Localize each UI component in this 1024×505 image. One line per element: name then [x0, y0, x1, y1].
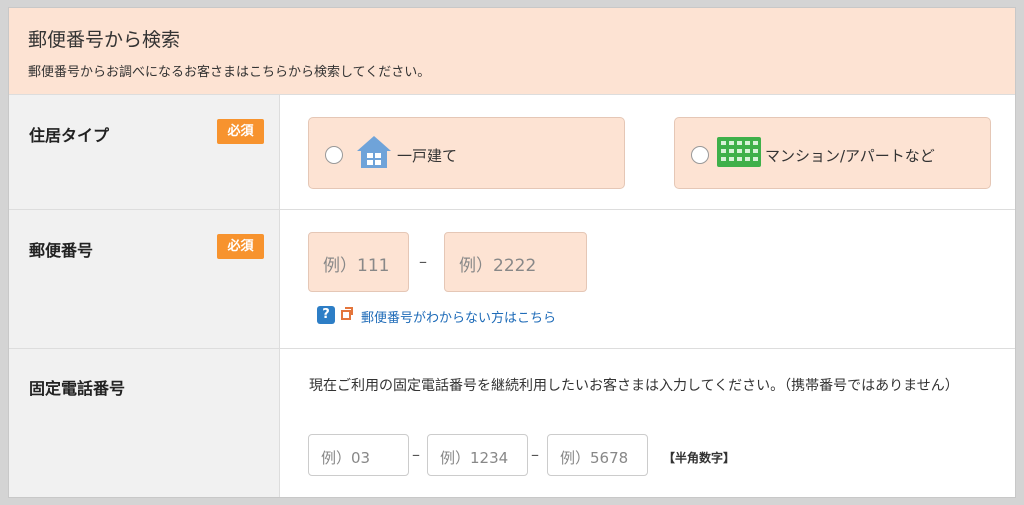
- phone-subscriber-placeholder: 例）5678: [560, 449, 629, 467]
- page-title: 郵便番号から検索: [28, 29, 181, 51]
- external-link-icon: [341, 307, 353, 320]
- house-icon: [357, 136, 391, 168]
- half-width-digits-note: 【半角数字】: [663, 451, 736, 465]
- landline-phone-note: 現在ご利用の固定電話番号を継続利用したいお客さまは入力してください。（携帯番号で…: [309, 378, 959, 394]
- residence-option-apartment[interactable]: マンション/アパートなど: [674, 117, 991, 189]
- residence-option-house[interactable]: 一戸建て: [308, 117, 625, 189]
- residence-type-label: 住居タイプ: [29, 126, 110, 145]
- phone-exchange-input[interactable]: 例）1234: [427, 434, 528, 476]
- house-radio[interactable]: [325, 146, 343, 164]
- postal-code-first-placeholder: 例）111: [323, 256, 390, 276]
- form-header: 郵便番号から検索 郵便番号からお調べになるお客さまはこちらから検索してください。: [9, 8, 1015, 94]
- required-badge: 必須: [217, 119, 264, 144]
- phone-separator-1: –: [412, 445, 420, 464]
- question-icon: ?: [317, 306, 335, 324]
- landline-phone-row: 固定電話番号 現在ご利用の固定電話番号を継続利用したいお客さまは入力してください…: [9, 348, 1015, 497]
- postal-separator: –: [419, 252, 427, 271]
- phone-area-code-input[interactable]: 例）03: [308, 434, 409, 476]
- page-description: 郵便番号からお調べになるお客さまはこちらから検索してください。: [28, 65, 431, 80]
- apartment-option-label: マンション/アパートなど: [765, 147, 935, 165]
- postal-code-label: 郵便番号: [29, 241, 94, 260]
- landline-phone-label: 固定電話番号: [29, 379, 126, 398]
- postal-code-second-input[interactable]: 例）2222: [444, 232, 587, 292]
- apartment-radio[interactable]: [691, 146, 709, 164]
- search-form: 郵便番号から検索 郵便番号からお調べになるお客さまはこちらから検索してください。…: [8, 7, 1016, 498]
- residence-type-label-cell: 住居タイプ 必須: [9, 95, 280, 209]
- postal-code-row: 郵便番号 必須 例）111 – 例）2222 ? 郵便番号がわからない方はこちら: [9, 209, 1015, 348]
- phone-subscriber-input[interactable]: 例）5678: [547, 434, 648, 476]
- residence-type-row: 住居タイプ 必須 一戸建て マンション/アパートなど: [9, 94, 1015, 209]
- house-option-label: 一戸建て: [397, 147, 458, 165]
- postal-code-second-placeholder: 例）2222: [459, 256, 537, 276]
- landline-phone-label-cell: 固定電話番号: [9, 349, 280, 497]
- postal-help-link-text[interactable]: 郵便番号がわからない方はこちら: [361, 307, 556, 326]
- phone-separator-2: –: [531, 445, 539, 464]
- required-badge: 必須: [217, 234, 264, 259]
- apartment-icon: [717, 137, 761, 167]
- postal-code-first-input[interactable]: 例）111: [308, 232, 409, 292]
- postal-code-label-cell: 郵便番号 必須: [9, 210, 280, 348]
- phone-exchange-placeholder: 例）1234: [440, 449, 509, 467]
- phone-area-code-placeholder: 例）03: [321, 449, 371, 467]
